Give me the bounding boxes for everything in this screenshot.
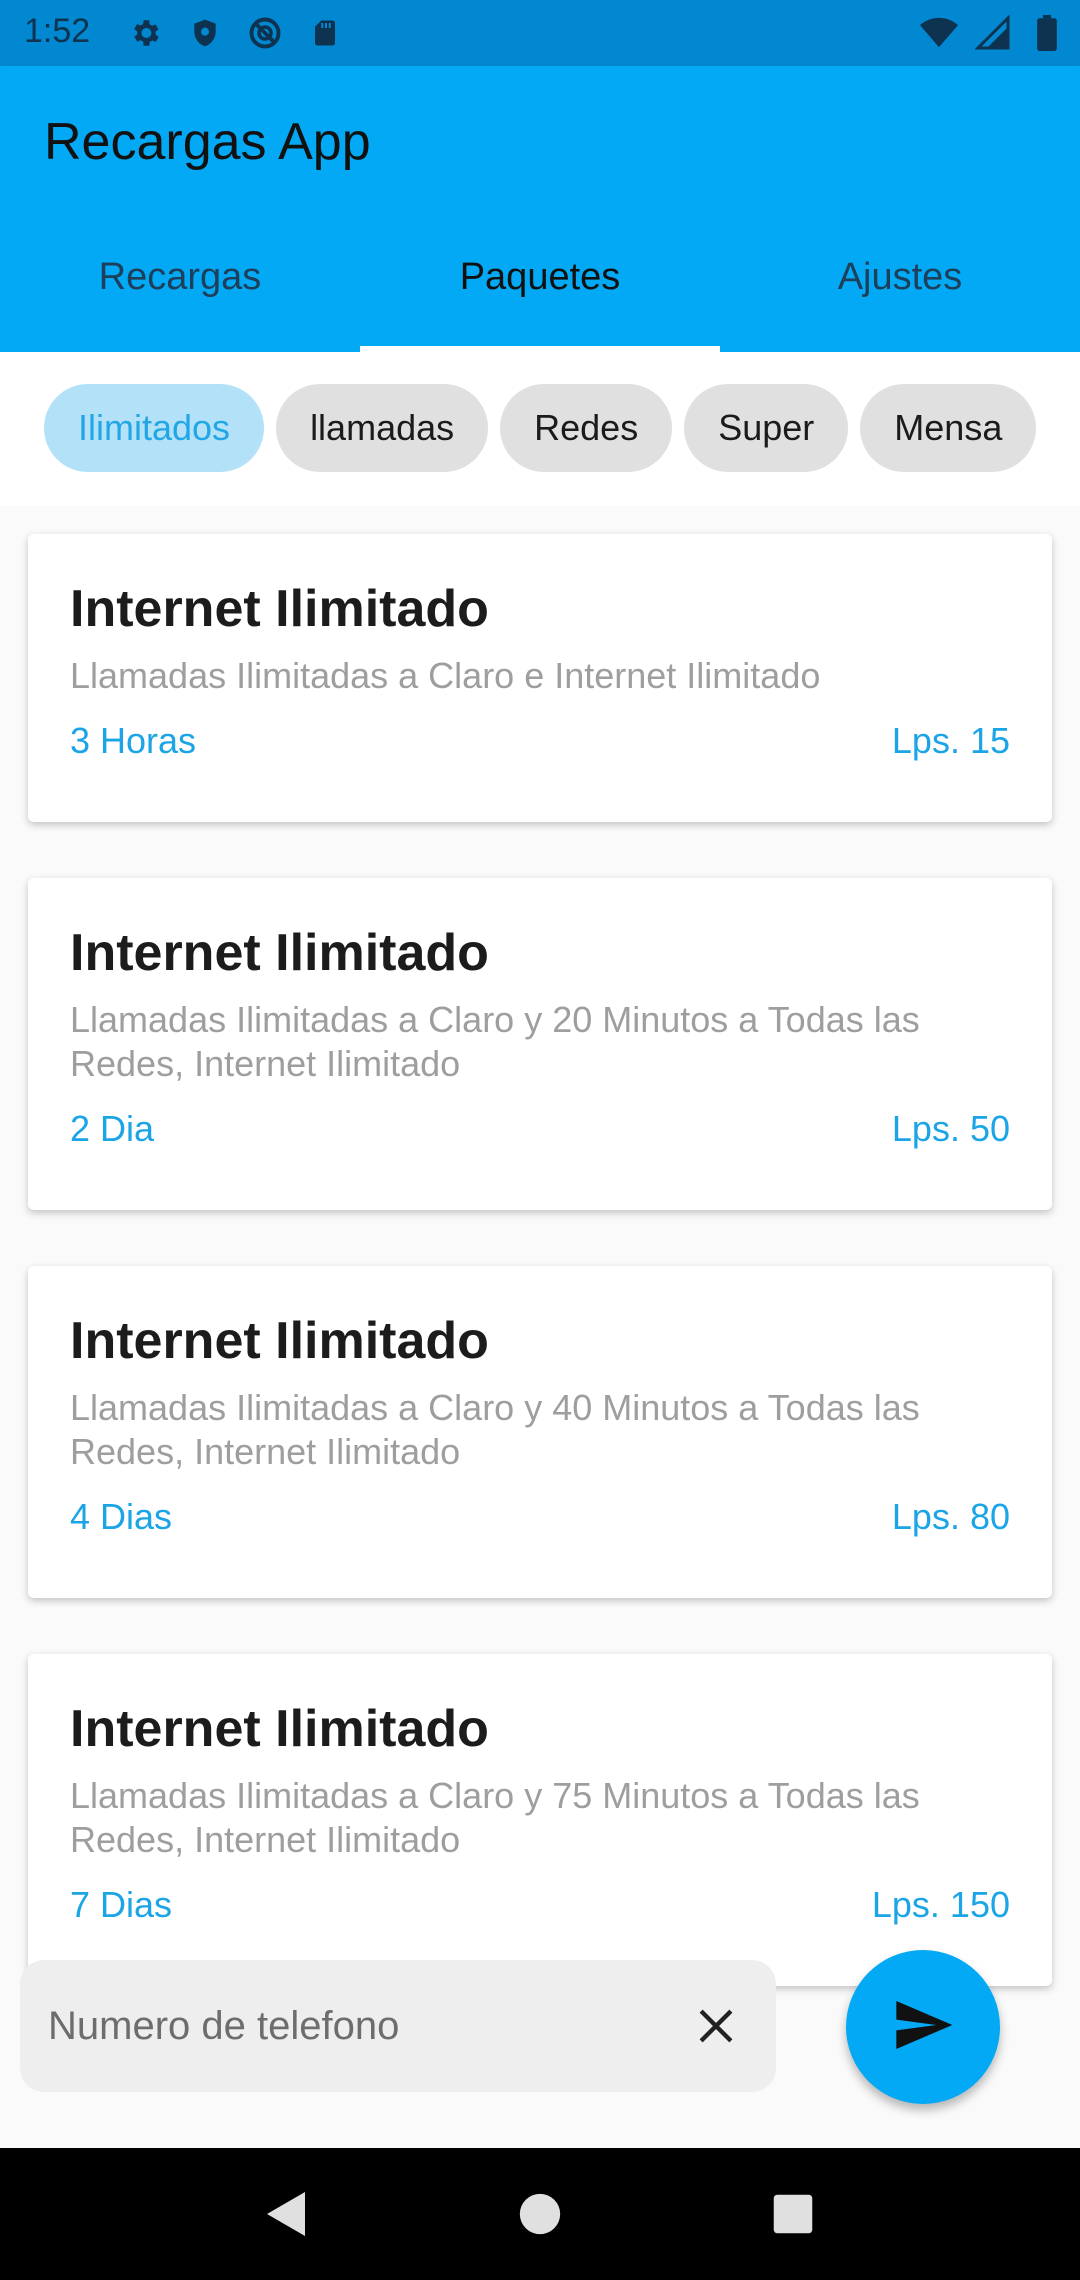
filter-chips-bar: Ilimitados llamadas Redes Super Mensa bbox=[0, 352, 1080, 506]
gear-icon bbox=[126, 14, 164, 52]
filter-chips: Ilimitados llamadas Redes Super Mensa bbox=[44, 384, 1036, 472]
send-icon bbox=[891, 1993, 955, 2062]
no-sync-icon bbox=[246, 14, 284, 52]
status-icons-right bbox=[920, 14, 1066, 52]
package-description: Llamadas Ilimitadas a Claro y 75 Minutos… bbox=[70, 1775, 920, 1860]
status-time: 1:52 bbox=[24, 12, 91, 50]
package-price: Lps. 50 bbox=[891, 1108, 1010, 1149]
status-bar: 1:52 bbox=[0, 0, 1080, 66]
package-duration: 2 Dia bbox=[70, 1108, 155, 1149]
tab-bar: Recargas Paquetes Ajustes bbox=[0, 216, 1080, 352]
package-card[interactable]: Internet Ilimitado Llamadas Ilimitadas a… bbox=[28, 1654, 1052, 1986]
package-footer: 3 Horas Lps. 15 bbox=[70, 720, 1010, 762]
package-title: Internet Ilimitado bbox=[70, 1700, 489, 1758]
package-card[interactable]: Internet Ilimitado Llamadas Ilimitadas a… bbox=[28, 1266, 1052, 1598]
package-footer: 7 Dias Lps. 150 bbox=[70, 1884, 1010, 1926]
package-footer: 2 Dia Lps. 50 bbox=[70, 1108, 1010, 1150]
recents-icon[interactable] bbox=[753, 2174, 833, 2254]
chip-mensajes[interactable]: Mensa bbox=[860, 384, 1036, 472]
status-icons-left bbox=[126, 14, 344, 52]
package-price: Lps. 80 bbox=[891, 1496, 1010, 1537]
signal-icon bbox=[974, 14, 1012, 52]
home-icon[interactable] bbox=[500, 2174, 580, 2254]
send-button[interactable] bbox=[846, 1950, 1000, 2104]
package-title: Internet Ilimitado bbox=[70, 924, 489, 982]
package-duration: 4 Dias bbox=[70, 1496, 173, 1537]
chip-redes[interactable]: Redes bbox=[500, 384, 673, 472]
chip-ilimitados[interactable]: Ilimitados bbox=[44, 384, 265, 472]
package-title: Internet Ilimitado bbox=[70, 1312, 489, 1370]
package-description: Llamadas Ilimitadas a Claro y 20 Minutos… bbox=[70, 999, 920, 1084]
package-card[interactable]: Internet Ilimitado Llamadas Ilimitadas a… bbox=[28, 534, 1052, 822]
tab-ajustes[interactable]: Ajustes bbox=[720, 216, 1080, 352]
shield-icon bbox=[186, 14, 224, 52]
package-description: Llamadas Ilimitadas a Claro y 40 Minutos… bbox=[70, 1387, 920, 1472]
phone-number-input[interactable] bbox=[48, 1960, 668, 2092]
package-list: Internet Ilimitado Llamadas Ilimitadas a… bbox=[0, 506, 1080, 2146]
system-nav-bar bbox=[0, 2148, 1080, 2280]
app-title: Recargas App bbox=[44, 113, 371, 171]
phone-field bbox=[20, 1960, 776, 2092]
package-duration: 7 Dias bbox=[70, 1884, 173, 1925]
battery-icon bbox=[1028, 14, 1066, 52]
sd-card-icon bbox=[306, 14, 344, 52]
package-duration: 3 Horas bbox=[70, 720, 197, 761]
package-card[interactable]: Internet Ilimitado Llamadas Ilimitadas a… bbox=[28, 878, 1052, 1210]
package-title: Internet Ilimitado bbox=[70, 580, 489, 638]
package-price: Lps. 15 bbox=[891, 720, 1010, 761]
tab-paquetes[interactable]: Paquetes bbox=[360, 216, 720, 352]
wifi-icon bbox=[920, 14, 958, 52]
tab-recargas[interactable]: Recargas bbox=[0, 216, 360, 352]
app-bar: Recargas App Recargas Paquetes Ajustes bbox=[0, 66, 1080, 352]
package-price: Lps. 150 bbox=[871, 1884, 1010, 1925]
package-description: Llamadas Ilimitadas a Claro e Internet I… bbox=[70, 655, 821, 696]
back-icon[interactable] bbox=[247, 2174, 327, 2254]
chip-llamadas[interactable]: llamadas bbox=[276, 384, 489, 472]
chip-super[interactable]: Super bbox=[684, 384, 849, 472]
package-footer: 4 Dias Lps. 80 bbox=[70, 1496, 1010, 1538]
close-icon[interactable] bbox=[686, 1996, 746, 2056]
